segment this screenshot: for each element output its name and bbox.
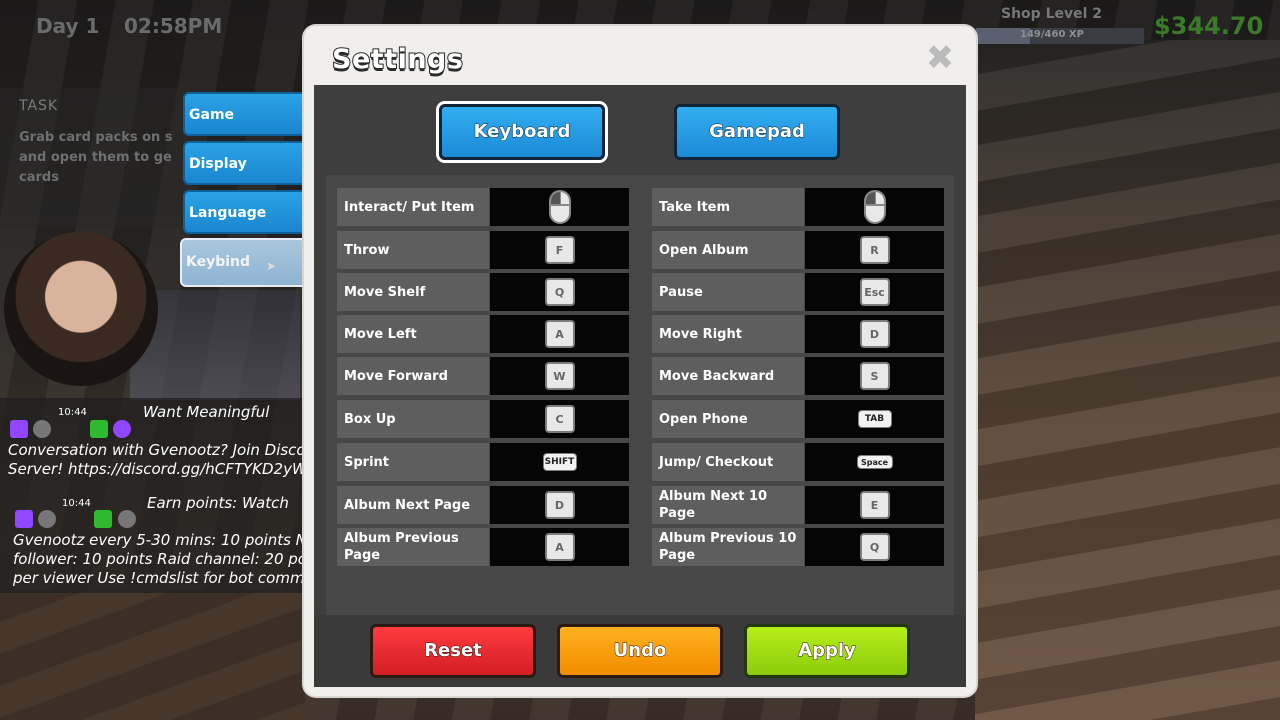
keybind-label: Throw <box>337 231 489 269</box>
xp-text: 149/460 XP <box>1020 29 1084 40</box>
chat-message-head: Want Meaningful <box>143 403 270 421</box>
key-cap: SHIFT <box>542 453 577 471</box>
keybind-slot[interactable]: Space <box>805 443 944 481</box>
key-cap: Space <box>856 455 893 469</box>
key-cap: A <box>544 533 575 561</box>
key-cap: C <box>544 405 575 433</box>
keybind-slot[interactable]: E <box>805 486 944 524</box>
gift-icon <box>118 510 136 528</box>
keybind-slot[interactable]: Esc <box>805 273 944 311</box>
key-cap: W <box>544 362 575 390</box>
keybind-label: Album Next Page <box>337 486 489 524</box>
verified-icon <box>113 420 131 438</box>
tab-language[interactable]: Language <box>183 190 305 234</box>
sword-icon <box>94 510 112 528</box>
keybind-label: Move Forward <box>337 357 489 395</box>
key-cap: Q <box>544 278 575 306</box>
keybind-slot[interactable]: S <box>805 357 944 395</box>
keybind-slot[interactable]: C <box>490 400 629 438</box>
key-cap: A <box>544 320 575 348</box>
keybind-slot[interactable]: F <box>490 231 629 269</box>
key-cap: D <box>859 320 890 348</box>
key-cap: R <box>859 236 890 264</box>
mouse-cursor-icon: ➤ <box>266 259 277 273</box>
keybind-slot[interactable]: A <box>490 528 629 566</box>
bot-icon <box>33 420 51 438</box>
keybind-label: Jump/ Checkout <box>652 443 804 481</box>
reset-button[interactable]: Reset <box>370 624 536 678</box>
bot-icon <box>38 510 56 528</box>
twitch-icon <box>10 420 28 438</box>
key-cap: S <box>859 362 890 390</box>
key-cap: F <box>544 236 575 264</box>
keybind-label: Open Phone <box>652 400 804 438</box>
undo-button[interactable]: Undo <box>557 624 723 678</box>
sword-icon <box>90 420 108 438</box>
shop-level: Shop Level 2 <box>1001 6 1103 22</box>
keybind-label: Album Previous 10 Page <box>652 528 804 566</box>
apply-button[interactable]: Apply <box>744 624 910 678</box>
keybind-slot[interactable]: A <box>490 315 629 353</box>
keybind-label: Box Up <box>337 400 489 438</box>
tab-display[interactable]: Display <box>183 141 305 185</box>
keyboard-mode-button[interactable]: Keyboard <box>439 104 605 160</box>
keybind-label: Move Backward <box>652 357 804 395</box>
gamepad-mode-button[interactable]: Gamepad <box>674 104 840 160</box>
keybind-label: Take Item <box>652 188 804 226</box>
tab-keybind[interactable]: Keybind <box>180 238 305 287</box>
keybind-slot[interactable]: D <box>805 315 944 353</box>
clock-time: 02:58PM <box>124 14 223 38</box>
keybind-slot[interactable]: Q <box>490 273 629 311</box>
keybind-slot[interactable]: D <box>490 486 629 524</box>
keybind-label: Album Next 10 Page <box>652 486 804 524</box>
chat-message-body: Conversation with Gvenootz? Join Discord… <box>8 441 322 478</box>
key-cap: TAB <box>857 410 892 428</box>
mouse-icon <box>863 190 886 224</box>
keybind-label: Album Previous Page <box>337 528 489 566</box>
tab-game[interactable]: Game <box>183 92 305 136</box>
keybind-label: Interact/ Put Item <box>337 188 489 226</box>
shop-floor-left <box>0 590 305 720</box>
mouse-icon <box>548 190 571 224</box>
money-display: $344.70 <box>1154 12 1264 40</box>
keybind-label: Move Left <box>337 315 489 353</box>
close-button[interactable]: ✖ <box>924 41 956 75</box>
keybind-label: Open Album <box>652 231 804 269</box>
keybind-slot[interactable]: TAB <box>805 400 944 438</box>
key-cap: E <box>859 491 890 519</box>
keybind-slot[interactable]: SHIFT <box>490 443 629 481</box>
chat-message-head: Earn points: Watch <box>147 494 289 512</box>
task-title: TASK <box>19 98 59 114</box>
keybind-slot[interactable] <box>805 188 944 226</box>
chat-timestamp: 10:44 <box>62 498 91 509</box>
keybind-label: Move Shelf <box>337 273 489 311</box>
keybind-slot[interactable]: R <box>805 231 944 269</box>
shop-floor <box>975 40 1280 720</box>
twitch-icon <box>15 510 33 528</box>
keybind-label: Move Right <box>652 315 804 353</box>
day-counter: Day 1 <box>36 14 100 38</box>
chat-timestamp: 10:44 <box>58 407 87 418</box>
settings-title: Settings <box>331 43 464 76</box>
keybind-label: Sprint <box>337 443 489 481</box>
keybind-slot[interactable]: W <box>490 357 629 395</box>
task-description: Grab card packs on s and open them to ge… <box>19 130 173 185</box>
keybind-slot[interactable]: Q <box>805 528 944 566</box>
key-cap: Q <box>859 533 890 561</box>
keybind-slot[interactable] <box>490 188 629 226</box>
key-cap: Esc <box>859 278 890 306</box>
key-cap: D <box>544 491 575 519</box>
keybind-label: Pause <box>652 273 804 311</box>
streamer-webcam <box>4 232 158 386</box>
